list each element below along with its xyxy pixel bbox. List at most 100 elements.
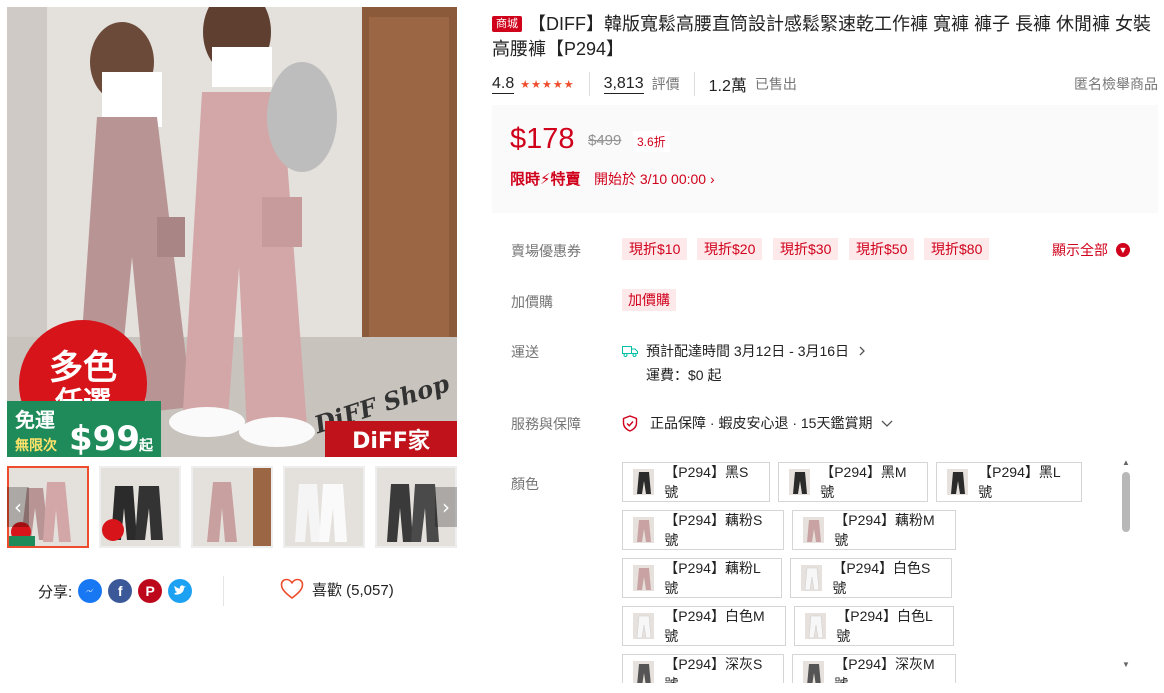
chevron-down-icon: ▼ <box>1116 243 1130 257</box>
rating-value[interactable]: 4.8 <box>492 75 515 94</box>
share-row: 分享: f P <box>38 577 198 605</box>
variant-option[interactable]: 【P294】黑S號 <box>622 462 770 502</box>
twitter-icon[interactable] <box>168 579 193 603</box>
scroll-up-icon[interactable]: ▲ <box>1122 458 1130 467</box>
like-button[interactable]: 喜歡 (5,057) <box>280 578 394 600</box>
product-stats: 4.8 ★★★★★ 3,813 評價 1.2萬 已售出 匿名檢舉商品 <box>492 72 1158 96</box>
share-divider <box>223 576 224 606</box>
variant-thumbnail <box>947 469 969 495</box>
flash-sale-label: 限時⚡特賣 <box>510 171 581 188</box>
variant-label: 【P294】黑S號 <box>664 464 749 500</box>
variant-label: 【P294】藕粉L號 <box>664 560 761 596</box>
shield-icon <box>622 414 638 432</box>
variant-option[interactable]: 【P294】深灰M號 <box>792 654 956 683</box>
variant-option[interactable]: 【P294】白色M號 <box>622 606 786 646</box>
truck-icon <box>622 346 638 357</box>
product-title-text: 【DIFF】韓版寬鬆高腰直筒設計感鬆緊速乾工作褲 寬褲 褲子 長褲 休閒褲 女裝… <box>492 14 1151 59</box>
thumbnail-next-button[interactable]: › <box>435 487 457 527</box>
variant-option[interactable]: 【P294】深灰S號 <box>622 654 784 683</box>
variant-label: 【P294】深灰S號 <box>664 656 763 683</box>
share-label: 分享: <box>38 583 73 601</box>
thumbnail-3[interactable] <box>191 466 273 548</box>
stats-divider <box>693 72 695 96</box>
sold-label: 已售出 <box>754 76 797 92</box>
voucher-tag[interactable]: 現折$10 <box>622 238 688 260</box>
service-text: 正品保障 · 蝦皮安心退 · 15天鑑賞期 <box>650 415 873 431</box>
variant-label: 【P294】藕粉M號 <box>834 512 935 548</box>
flash-sale-start-link[interactable]: 開始於 3/10 00:00 › <box>594 169 715 189</box>
shipping-row-label: 運送 <box>511 344 539 360</box>
variant-thumbnail <box>633 661 655 683</box>
voucher-tag[interactable]: 現折$50 <box>849 238 915 260</box>
show-all-vouchers-button[interactable]: 顯示全部 ▼ <box>1052 240 1130 260</box>
variant-thumbnail <box>803 517 825 543</box>
variant-thumbnail <box>633 613 655 639</box>
heart-icon <box>280 578 304 600</box>
report-product-link[interactable]: 匿名檢舉商品 <box>1074 74 1158 94</box>
variant-label: 【P294】白色L號 <box>836 608 933 644</box>
variant-option[interactable]: 【P294】白色S號 <box>790 558 952 598</box>
variant-option[interactable]: 【P294】藕粉L號 <box>622 558 782 598</box>
discount-badge: 3.6折 <box>633 131 670 152</box>
addon-row-label: 加價購 <box>511 294 553 310</box>
variant-option[interactable]: 【P294】黑M號 <box>778 462 928 502</box>
chevron-right-icon <box>859 346 865 356</box>
shipping-banner-price: $99 <box>69 419 140 457</box>
variant-option[interactable]: 【P294】白色L號 <box>794 606 954 646</box>
variant-thumbnail <box>633 517 655 543</box>
shipping-fee: 運費：$0 起 <box>646 367 722 383</box>
review-count[interactable]: 3,813 <box>603 75 644 94</box>
current-price: $178 <box>510 123 575 155</box>
pinterest-icon[interactable]: P <box>138 579 163 603</box>
variant-thumbnail <box>789 469 811 495</box>
mall-badge: 商城 <box>492 16 522 32</box>
facebook-icon[interactable]: f <box>108 579 133 603</box>
variant-label: 【P294】白色M號 <box>664 608 765 644</box>
voucher-row-label: 賣場優惠券 <box>511 243 581 259</box>
addon-deal-tag[interactable]: 加價購 <box>622 289 676 311</box>
brand-tag-text: DiFF家 <box>352 428 431 454</box>
scrollbar-thumb[interactable] <box>1122 472 1130 532</box>
variant-label: 【P294】黑L號 <box>978 464 1061 500</box>
stats-divider <box>588 72 590 96</box>
variant-thumbnail <box>633 469 655 495</box>
shipping-banner-suffix: 起 <box>138 437 154 454</box>
variant-thumbnail <box>803 661 825 683</box>
variant-label: 【P294】黑M號 <box>820 464 907 500</box>
like-count: 喜歡 (5,057) <box>312 581 394 599</box>
variant-option[interactable]: 【P294】藕粉M號 <box>792 510 956 550</box>
variant-label: 【P294】白色S號 <box>832 560 931 596</box>
variant-option[interactable]: 【P294】黑L號 <box>936 462 1082 502</box>
variant-thumbnail <box>805 613 827 639</box>
chevron-down-icon <box>882 420 893 427</box>
price-box: $178 $499 3.6折 限時⚡特賣 開始於 3/10 00:00 › <box>492 105 1158 213</box>
variant-label: 【P294】深灰M號 <box>834 656 935 683</box>
variant-thumbnail <box>633 565 655 591</box>
voucher-tag[interactable]: 現折$80 <box>924 238 990 260</box>
shipping-banner-sub: 無限次 <box>15 437 57 454</box>
messenger-icon[interactable] <box>78 579 103 603</box>
shipping-eta[interactable]: 預計配達時間 3月12日 - 3月16日 <box>622 341 867 361</box>
variant-scrollbar[interactable]: ▲ ▼ <box>1119 458 1133 671</box>
service-guarantee[interactable]: 正品保障 · 蝦皮安心退 · 15天鑑賞期 <box>622 413 894 433</box>
rating-stars-icon: ★★★★★ <box>520 78 575 91</box>
variant-label: 【P294】藕粉S號 <box>664 512 763 548</box>
service-row-label: 服務與保障 <box>511 416 581 432</box>
review-label: 評價 <box>651 76 680 92</box>
color-row-label: 顏色 <box>511 476 539 492</box>
shipping-banner-title: 免運 <box>15 408 55 432</box>
thumbnail-2[interactable] <box>99 466 181 548</box>
variant-option[interactable]: 【P294】藕粉S號 <box>622 510 784 550</box>
thumbnail-4[interactable] <box>283 466 365 548</box>
main-product-image[interactable]: 多色 任選 免運 無限次 $99 起 DiFF Shop DiFF家 <box>7 7 457 457</box>
sold-count: 1.2萬 <box>708 78 747 95</box>
show-all-label: 顯示全部 <box>1052 242 1108 258</box>
badge-colors-text: 多色 <box>49 348 117 388</box>
scroll-down-icon[interactable]: ▼ <box>1122 660 1130 669</box>
voucher-tag[interactable]: 現折$20 <box>697 238 763 260</box>
voucher-tag[interactable]: 現折$30 <box>773 238 839 260</box>
original-price: $499 <box>588 132 622 149</box>
variant-list: 【P294】黑S號 【P294】黑M號 【P294】黑L號 【P294】藕粉S號… <box>622 458 1132 683</box>
variant-thumbnail <box>801 565 823 591</box>
thumbnail-prev-button[interactable]: ‹ <box>7 487 29 527</box>
